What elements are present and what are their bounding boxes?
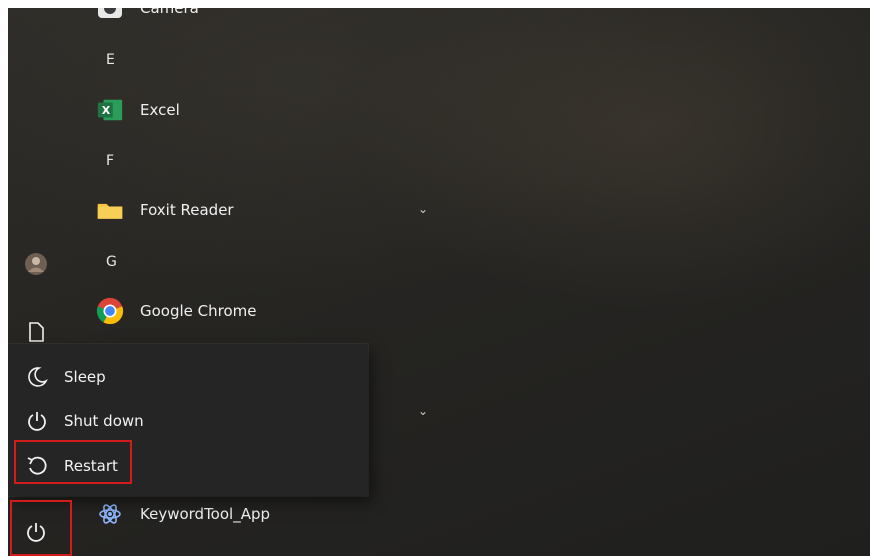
app-label-keywordtool-app: KeywordTool_App [140, 505, 271, 523]
app-label-foxit-reader: Foxit Reader [140, 201, 234, 219]
chrome-icon [96, 297, 124, 325]
avatar[interactable] [22, 250, 50, 278]
sleep-option[interactable]: Sleep [8, 355, 368, 399]
app-label-excel: Excel [140, 101, 180, 119]
excel-icon: X [96, 96, 124, 124]
sleep-label: Sleep [64, 368, 106, 386]
power-button-highlight [10, 500, 72, 556]
app-label-google-chrome: Google Chrome [140, 302, 257, 320]
power-icon [22, 406, 52, 436]
folder-icon [96, 196, 124, 224]
chevron-down-icon[interactable]: ⌄ [418, 202, 428, 216]
group-letter-e[interactable]: E [106, 52, 115, 68]
folder-icon [96, 549, 128, 556]
start-menu: Camera E X Excel F Foxit Reader ⌄ G Goog… [8, 8, 870, 556]
restart-highlight [14, 440, 132, 484]
app-label-camera: Camera [140, 8, 199, 17]
camera-icon [96, 8, 124, 22]
app-item-camera[interactable]: Camera [88, 8, 458, 30]
shut-down-option[interactable]: Shut down [8, 399, 368, 443]
keywordtool-icon [96, 500, 124, 528]
app-item-keywordtool-app[interactable]: KeywordTool_App [88, 492, 458, 536]
document-icon[interactable] [22, 318, 50, 346]
chevron-down-icon[interactable]: ⌄ [418, 404, 428, 418]
moon-icon [22, 362, 52, 392]
app-item-google-chrome[interactable]: Google Chrome [88, 289, 458, 333]
app-item-excel[interactable]: X Excel [88, 88, 458, 132]
excel-icon-letter: X [101, 103, 111, 117]
group-letter-f[interactable]: F [106, 153, 114, 169]
group-letter-g[interactable]: G [106, 254, 117, 270]
shut-down-label: Shut down [64, 412, 144, 430]
app-item-foxit-reader[interactable]: Foxit Reader ⌄ [88, 188, 458, 232]
